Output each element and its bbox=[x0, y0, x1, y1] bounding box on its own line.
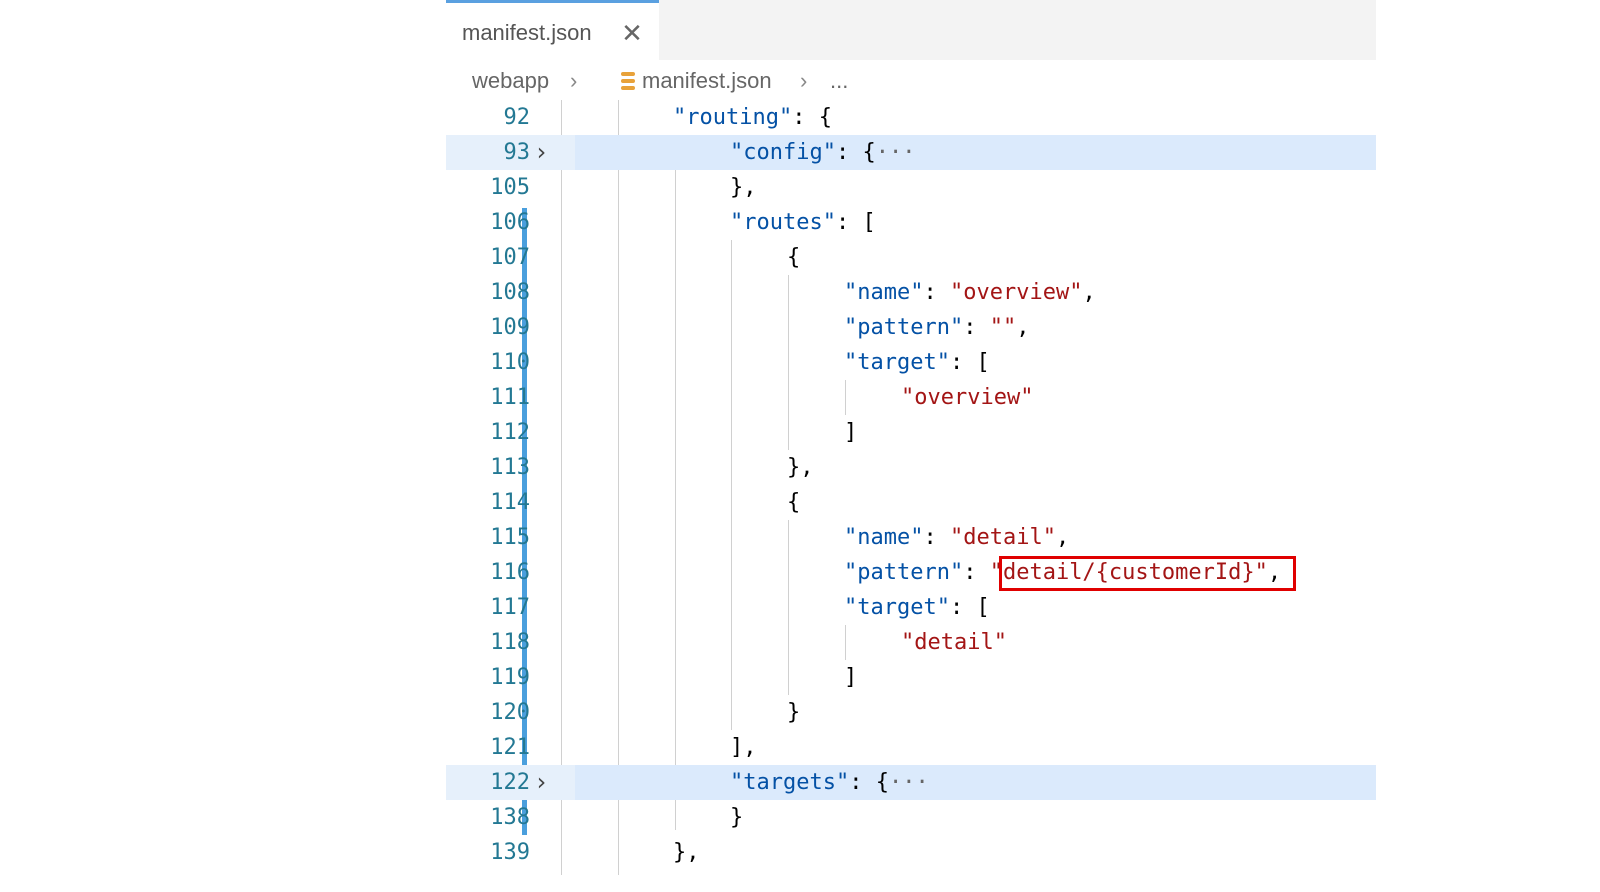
json-punct: , bbox=[1016, 315, 1030, 340]
line-number: 122 bbox=[490, 770, 530, 795]
json-punct: { bbox=[787, 490, 801, 515]
highlight-box bbox=[999, 556, 1296, 591]
json-punct: : bbox=[963, 315, 990, 340]
line-number: 115 bbox=[490, 525, 530, 550]
code-line[interactable]: 110 "target": [ bbox=[446, 345, 1376, 380]
chevron-right-icon[interactable]: › bbox=[534, 769, 556, 795]
code-line[interactable]: 122 › "targets": {··· bbox=[446, 765, 1376, 800]
folded-ellipsis[interactable]: ··· bbox=[876, 140, 916, 165]
code-line[interactable]: 139 }, bbox=[446, 835, 1376, 870]
line-number: 108 bbox=[490, 280, 530, 305]
line-number: 105 bbox=[490, 175, 530, 200]
json-punct: : bbox=[923, 525, 950, 550]
json-key: "routing" bbox=[673, 105, 793, 130]
json-string: "detail" bbox=[901, 630, 1007, 655]
code-line[interactable]: 92 "routing": { bbox=[446, 100, 1376, 135]
code-line[interactable]: 111 "overview" bbox=[446, 380, 1376, 415]
json-key: "target" bbox=[844, 595, 950, 620]
breadcrumb-more[interactable]: ... bbox=[830, 66, 848, 96]
json-punct: }, bbox=[673, 840, 700, 865]
json-punct: : [ bbox=[949, 350, 990, 375]
json-key: "pattern" bbox=[844, 315, 964, 340]
json-punct: : { bbox=[792, 105, 832, 130]
code-line[interactable]: 114 { bbox=[446, 485, 1376, 520]
json-key: "name" bbox=[844, 280, 924, 305]
code-line[interactable]: 118 "detail" bbox=[446, 625, 1376, 660]
json-punct: ] bbox=[844, 665, 858, 690]
line-number: 117 bbox=[490, 595, 530, 620]
json-punct: }, bbox=[787, 455, 814, 480]
tab-manifest-json[interactable]: manifest.json ✕ bbox=[446, 0, 659, 60]
code-line[interactable]: 119 ] bbox=[446, 660, 1376, 695]
code-line[interactable]: 93 › "config": {··· bbox=[446, 135, 1376, 170]
chevron-right-icon: › bbox=[570, 68, 578, 93]
json-key: "targets" bbox=[730, 770, 850, 795]
tab-label: manifest.json bbox=[462, 20, 592, 45]
line-number: 119 bbox=[490, 665, 530, 690]
json-key: "config" bbox=[730, 140, 836, 165]
json-string: "overview" bbox=[949, 280, 1083, 305]
code-line[interactable]: 120 } bbox=[446, 695, 1376, 730]
code-line[interactable]: 105 }, bbox=[446, 170, 1376, 205]
line-number: 111 bbox=[490, 385, 530, 410]
line-number: 138 bbox=[490, 805, 530, 830]
json-punct: } bbox=[787, 700, 801, 725]
code-line[interactable]: 113 }, bbox=[446, 450, 1376, 485]
line-number: 139 bbox=[490, 840, 530, 865]
code-editor: manifest.json ✕ webapp › manifest.json ›… bbox=[446, 0, 1376, 892]
breadcrumb-folder[interactable]: webapp bbox=[472, 66, 549, 96]
json-key: "target" bbox=[844, 350, 950, 375]
json-file-icon bbox=[621, 72, 635, 90]
json-string: "detail" bbox=[949, 525, 1056, 550]
chevron-right-icon[interactable]: › bbox=[534, 139, 556, 165]
code-line[interactable]: 138 } bbox=[446, 800, 1376, 835]
json-punct: : bbox=[923, 280, 950, 305]
code-line[interactable]: 108 "name": "overview", bbox=[446, 275, 1376, 310]
line-number: 121 bbox=[490, 735, 530, 760]
breadcrumb-file[interactable]: manifest.json bbox=[642, 66, 772, 96]
code-line[interactable]: 117 "target": [ bbox=[446, 590, 1376, 625]
json-punct: } bbox=[730, 805, 744, 830]
json-punct: ] bbox=[844, 420, 858, 445]
folded-ellipsis[interactable]: ··· bbox=[889, 770, 929, 795]
json-punct: : [ bbox=[835, 210, 876, 235]
line-number: 92 bbox=[503, 105, 531, 130]
json-punct: : bbox=[963, 560, 990, 585]
code-line[interactable]: 112 ] bbox=[446, 415, 1376, 450]
json-string: "overview" bbox=[901, 385, 1034, 410]
json-punct: }, bbox=[730, 175, 757, 200]
line-number: 109 bbox=[490, 315, 530, 340]
line-number: 120 bbox=[490, 700, 530, 725]
json-punct: : [ bbox=[949, 595, 990, 620]
json-punct: , bbox=[1082, 280, 1096, 305]
line-number: 106 bbox=[490, 210, 530, 235]
code-line[interactable]: 115 "name": "detail", bbox=[446, 520, 1376, 555]
line-number: 118 bbox=[490, 630, 530, 655]
line-number: 112 bbox=[490, 420, 530, 445]
line-number: 107 bbox=[490, 245, 530, 270]
code-line[interactable]: 107 { bbox=[446, 240, 1376, 275]
json-string: "" bbox=[989, 315, 1017, 340]
json-key: "routes" bbox=[730, 210, 836, 235]
close-icon[interactable]: ✕ bbox=[618, 19, 646, 47]
json-punct: : { bbox=[849, 770, 889, 795]
json-key: "pattern" bbox=[844, 560, 964, 585]
tab-bar: manifest.json ✕ bbox=[446, 0, 1376, 60]
code-line[interactable]: 109 "pattern": "", bbox=[446, 310, 1376, 345]
breadcrumb: webapp › manifest.json › ... bbox=[446, 66, 1376, 96]
json-punct: , bbox=[1055, 525, 1070, 550]
json-punct: : { bbox=[835, 140, 876, 165]
line-number: 110 bbox=[490, 350, 530, 375]
code-line[interactable]: 121 ], bbox=[446, 730, 1376, 765]
json-punct: { bbox=[787, 245, 801, 270]
chevron-right-icon: › bbox=[800, 68, 808, 93]
json-punct: ], bbox=[730, 735, 757, 760]
code-line[interactable]: 106 "routes": [ bbox=[446, 205, 1376, 240]
line-number: 113 bbox=[490, 455, 530, 480]
line-number: 116 bbox=[490, 560, 530, 585]
line-number: 93 bbox=[503, 140, 531, 165]
line-number: 114 bbox=[490, 490, 530, 515]
json-key: "name" bbox=[844, 525, 924, 550]
